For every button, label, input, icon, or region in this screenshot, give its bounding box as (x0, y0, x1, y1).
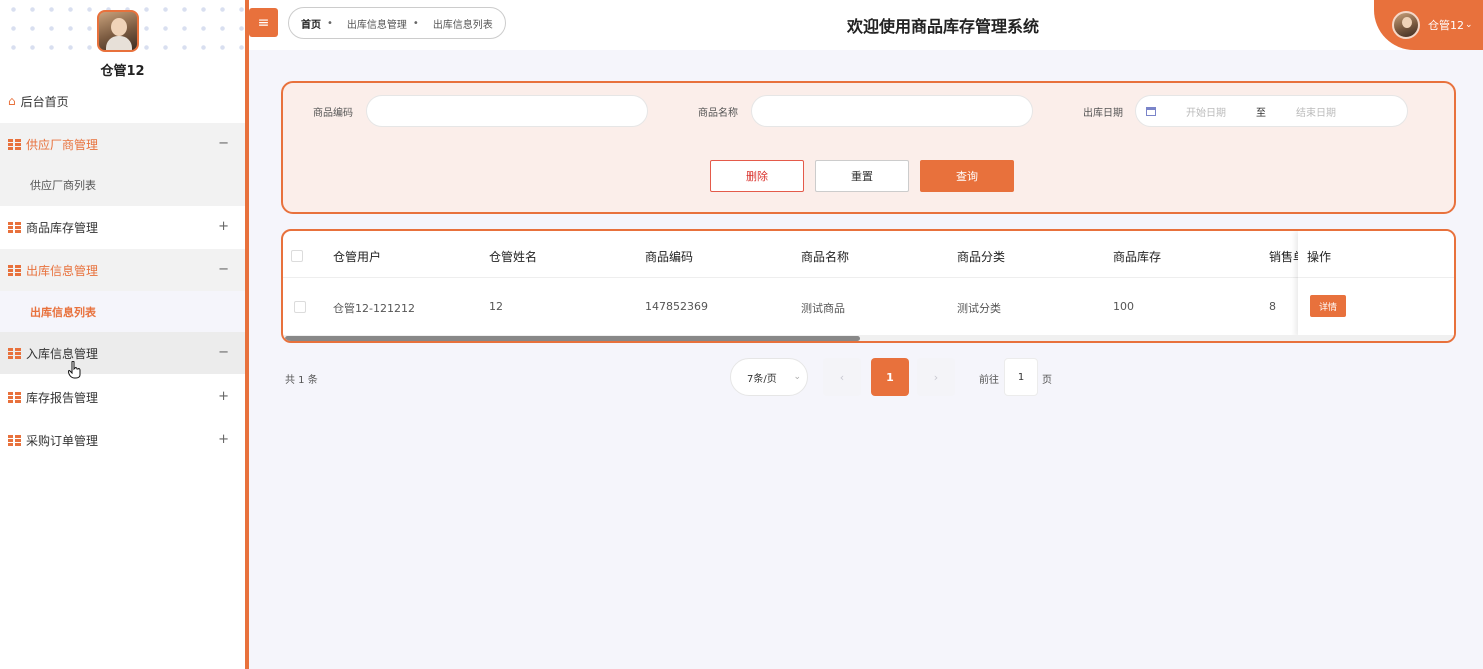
chevron-right-icon: › (933, 370, 939, 384)
expand-icon[interactable]: + (218, 389, 229, 404)
actions-column: 操作 详情 (1298, 231, 1454, 337)
cell-name: 12 (489, 300, 503, 313)
header-divider (1298, 277, 1454, 278)
sidebar-subitem-supplier-list[interactable]: 供应厂商列表 (0, 164, 245, 206)
column-header: 仓管用户 (333, 250, 382, 264)
sidebar-item-label: 采购订单管理 (26, 433, 99, 448)
sidebar: 仓管12 ⌂ 后台首页 供应厂商管理 − 供应厂商列表 商品库存管理 + 出库信… (0, 0, 245, 669)
sidebar-item-label: 出库信息管理 (26, 263, 99, 278)
grid-icon (8, 264, 21, 276)
chevron-left-icon: ‹ (839, 370, 845, 384)
scrollbar-thumb[interactable] (285, 336, 860, 341)
grid-icon (8, 434, 21, 446)
sidebar-username: 仓管12 (100, 64, 145, 79)
outbound-date-label: 出库日期 (1083, 108, 1123, 119)
header-divider (283, 277, 1454, 278)
row-checkbox[interactable] (294, 301, 306, 313)
cell-price: 8 (1269, 300, 1276, 313)
collapse-icon[interactable]: − (218, 136, 229, 151)
goto-page-input[interactable]: 1 (1004, 358, 1038, 396)
sidebar-item-inventory[interactable]: 商品库存管理 + (0, 206, 245, 248)
column-header: 操作 (1307, 250, 1332, 264)
detail-button[interactable]: 详情 (1310, 295, 1346, 317)
expand-icon[interactable]: + (218, 219, 229, 234)
page-size-value: 7条/页 (747, 373, 777, 385)
reset-button[interactable]: 重置 (815, 160, 909, 192)
page-number-button[interactable]: 1 (871, 358, 909, 396)
column-header: 商品名称 (801, 250, 850, 264)
collapse-icon[interactable]: − (218, 345, 229, 360)
sidebar-item-label: 库存报告管理 (26, 390, 99, 405)
product-code-label: 商品编码 (313, 108, 353, 119)
user-menu[interactable]: 仓管12 ⌄ (1374, 0, 1483, 50)
prev-page-button[interactable]: ‹ (823, 358, 861, 396)
sidebar-subitem-outbound-list[interactable]: 出库信息列表 (0, 291, 245, 333)
cell-product: 测试商品 (801, 302, 845, 315)
sidebar-item-label: 入库信息管理 (26, 346, 99, 361)
next-page-button[interactable]: › (917, 358, 955, 396)
sidebar-item-report[interactable]: 库存报告管理 + (0, 376, 245, 418)
column-header: 商品库存 (1113, 250, 1162, 264)
sidebar-item-label: 商品库存管理 (26, 220, 99, 235)
sidebar-item-inbound[interactable]: 入库信息管理 − (0, 332, 245, 374)
chevron-down-icon: ⌄ (793, 372, 801, 382)
expand-icon[interactable]: + (218, 432, 229, 447)
product-name-input[interactable] (751, 95, 1033, 127)
chevron-down-icon: ⌄ (1465, 20, 1473, 30)
page-size-select[interactable]: 7条/页 ⌄ (730, 358, 808, 396)
end-date-input[interactable]: 结束日期 (1296, 104, 1336, 119)
home-icon: ⌂ (8, 94, 16, 108)
cell-stock: 100 (1113, 300, 1134, 313)
goto-prefix: 前往 (979, 375, 999, 386)
column-header: 商品编码 (645, 250, 694, 264)
user-avatar (1392, 11, 1420, 39)
sidebar-subitem-label: 供应厂商列表 (30, 179, 96, 192)
select-all-checkbox[interactable] (291, 250, 303, 262)
cell-user: 仓管12-121212 (333, 302, 415, 315)
sidebar-item-purchase[interactable]: 采购订单管理 + (0, 419, 245, 461)
sidebar-item-outbound[interactable]: 出库信息管理 − (0, 249, 245, 291)
column-header: 商品分类 (957, 250, 1006, 264)
sidebar-border (245, 0, 249, 669)
query-button[interactable]: 查询 (920, 160, 1014, 192)
hand-cursor-icon (68, 361, 81, 379)
product-code-input[interactable] (366, 95, 648, 127)
user-name: 仓管12 (1428, 19, 1464, 32)
total-count: 共 1 条 (285, 375, 318, 386)
app-title: 欢迎使用商品库存管理系统 (846, 17, 1039, 36)
sidebar-item-supplier[interactable]: 供应厂商管理 − (0, 123, 245, 165)
grid-icon (8, 347, 21, 359)
sidebar-subitem-label: 出库信息列表 (30, 306, 96, 319)
calendar-icon (1146, 106, 1156, 116)
goto-suffix: 页 (1042, 375, 1052, 386)
delete-button[interactable]: 删除 (710, 160, 804, 192)
sidebar-item-home[interactable]: ⌂ 后台首页 (0, 80, 245, 122)
cell-code: 147852369 (645, 300, 708, 313)
cell-category: 测试分类 (957, 302, 1001, 315)
date-range-picker[interactable]: 开始日期 至 结束日期 (1135, 95, 1408, 127)
column-header: 仓管姓名 (489, 250, 538, 264)
product-name-label: 商品名称 (698, 108, 738, 119)
start-date-input[interactable]: 开始日期 (1186, 104, 1226, 119)
data-table: 仓管用户 仓管姓名 商品编码 商品名称 商品分类 商品库存 销售单价 仓管12-… (281, 229, 1456, 343)
grid-icon (8, 138, 21, 150)
date-range-separator: 至 (1256, 107, 1266, 119)
grid-icon (8, 221, 21, 233)
sidebar-item-label: 供应厂商管理 (26, 137, 99, 152)
grid-icon (8, 391, 21, 403)
sidebar-item-label: 后台首页 (20, 94, 69, 109)
collapse-icon[interactable]: − (218, 262, 229, 277)
